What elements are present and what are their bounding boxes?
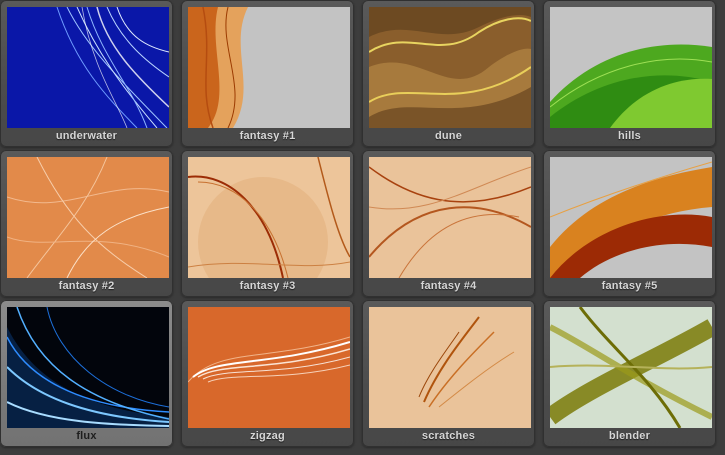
thumbnail-fantasy-4	[369, 157, 531, 278]
thumbnail-dune	[369, 7, 531, 128]
thumbnail-blender	[550, 307, 712, 428]
tile-hills[interactable]: hills	[543, 0, 716, 147]
tile-label: dune	[434, 130, 463, 142]
tile-zigzag[interactable]: zigzag	[181, 300, 354, 447]
tile-fantasy-1[interactable]: fantasy #1	[181, 0, 354, 147]
tile-flux[interactable]: flux	[0, 300, 173, 447]
tile-label: fantasy #2	[58, 280, 115, 292]
thumbnail-fantasy-2	[7, 157, 169, 278]
tile-label: underwater	[55, 130, 118, 142]
tile-label: fantasy #1	[239, 130, 296, 142]
tile-underwater[interactable]: underwater	[0, 0, 173, 147]
background-gallery: underwater fantasy #1 dune hills fantasy…	[0, 0, 725, 455]
tile-label: blender	[608, 430, 651, 442]
tile-scratches[interactable]: scratches	[362, 300, 535, 447]
tile-blender[interactable]: blender	[543, 300, 716, 447]
tile-fantasy-2[interactable]: fantasy #2	[0, 150, 173, 297]
tile-label: fantasy #4	[420, 280, 477, 292]
tile-label: zigzag	[250, 430, 285, 442]
thumbnail-scratches	[369, 307, 531, 428]
thumbnail-flux	[7, 307, 169, 428]
thumbnail-fantasy-5	[550, 157, 712, 278]
thumbnail-fantasy-3	[188, 157, 350, 278]
tile-label: fantasy #3	[239, 280, 296, 292]
tile-fantasy-5[interactable]: fantasy #5	[543, 150, 716, 297]
tile-fantasy-4[interactable]: fantasy #4	[362, 150, 535, 297]
thumbnail-underwater	[7, 7, 169, 128]
tile-label: flux	[76, 430, 97, 442]
tile-label: scratches	[421, 430, 476, 442]
tile-label: hills	[617, 130, 641, 142]
tile-fantasy-3[interactable]: fantasy #3	[181, 150, 354, 297]
thumbnail-hills	[550, 7, 712, 128]
thumbnail-zigzag	[188, 307, 350, 428]
thumbnail-fantasy-1	[188, 7, 350, 128]
tile-dune[interactable]: dune	[362, 0, 535, 147]
tile-label: fantasy #5	[601, 280, 658, 292]
